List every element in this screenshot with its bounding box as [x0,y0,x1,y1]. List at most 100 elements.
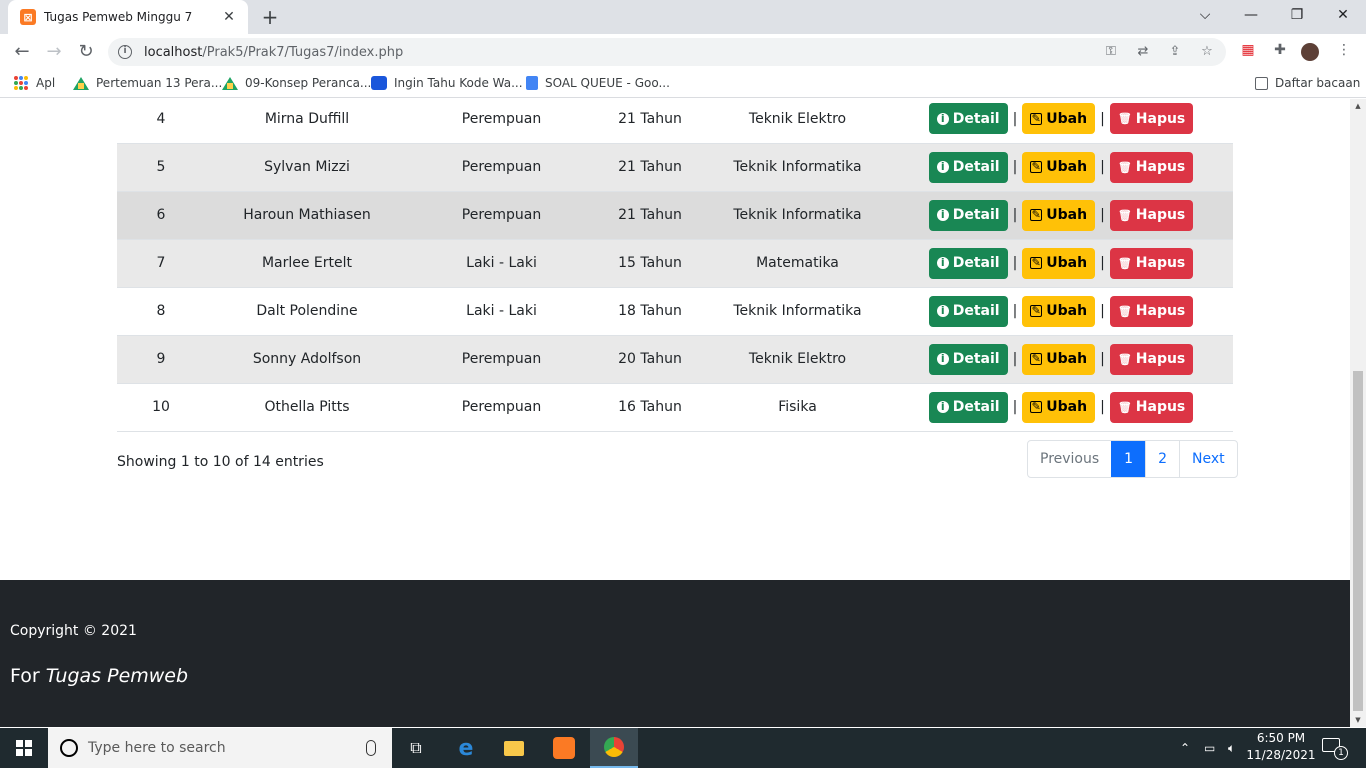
translate-icon[interactable]: ⇄ [1134,44,1152,59]
hapus-button[interactable]: 🗑︎ Hapus [1109,343,1194,375]
restore-button[interactable]: ❐ [1274,4,1320,26]
forward-arrow-icon[interactable]: → [42,40,66,64]
browser-tab-strip: ⊠ Tugas Pemweb Minggu 7 ✕ + ⌵ — ❐ ✕ [0,0,1366,34]
menu-kebab-icon[interactable]: ⋮ [1333,42,1355,58]
hapus-button[interactable]: 🗑︎ Hapus [1109,391,1194,423]
cell-age: 15 Tahun [594,239,706,288]
hapus-button[interactable]: 🗑︎ Hapus [1109,247,1194,279]
close-window-button[interactable]: ✕ [1320,4,1366,26]
cell-no: 6 [117,191,205,240]
notification-count-badge: 1 [1334,746,1348,760]
pagination-page-2[interactable]: 2 [1145,441,1179,477]
bookmark-star-icon[interactable]: ☆ [1198,44,1216,59]
row-actions: i Detail | ✎ Ubah | 🗑︎ Hapus [889,247,1233,279]
bookmark-konsep-peranca[interactable]: 09-Konsep Peranca... [222,76,371,90]
ubah-button[interactable]: ✎ Ubah [1022,247,1096,279]
page-scrollbar[interactable]: ▲ ▼ [1350,99,1366,727]
site-info-icon[interactable]: i [118,45,132,59]
footer-tagline: For Tugas Pemweb [10,665,189,687]
battery-icon[interactable]: ▭ [1204,728,1215,768]
taskbar-clock[interactable]: 6:50 PM 11/28/2021 [1244,730,1318,764]
action-center-button[interactable]: 1 [1322,738,1348,760]
detail-button[interactable]: i Detail [928,391,1008,423]
edge-browser-icon[interactable]: e [442,728,490,768]
page-footer: Copyright © 2021 For Tugas Pemweb [0,580,1350,727]
ubah-button[interactable]: ✎ Ubah [1022,343,1096,375]
scroll-down-icon[interactable]: ▼ [1350,713,1366,727]
start-button[interactable] [0,728,48,768]
bookmark-ingin-tahu[interactable]: Ingin Tahu Kode Wa... [371,76,523,90]
row-actions: i Detail | ✎ Ubah | 🗑︎ Hapus [889,103,1233,135]
scroll-thumb[interactable] [1353,371,1363,711]
volume-icon[interactable]: 🔈︎ [1228,728,1235,768]
address-bar[interactable]: i localhost/Prak5/Prak7/Tugas7/index.php… [108,38,1226,66]
pagination-next[interactable]: Next [1179,441,1237,477]
google-drive-icon [73,76,89,90]
file-explorer-icon[interactable] [490,728,538,768]
chrome-app-icon[interactable] [590,728,638,768]
profile-avatar[interactable] [1301,43,1319,61]
extensions-puzzle-icon[interactable]: ✚ [1269,42,1291,58]
scroll-up-icon[interactable]: ▲ [1350,99,1366,113]
info-circle-icon: i [936,305,949,317]
detail-button[interactable]: i Detail [928,295,1008,327]
pagination-page-1[interactable]: 1 [1111,441,1146,477]
mendeley-extension-icon[interactable]: ▦ [1237,42,1259,58]
hapus-button[interactable]: 🗑︎ Hapus [1109,103,1194,135]
cortana-circle-icon [60,739,78,757]
bookmark-soal-queue[interactable]: SOAL QUEUE - Goo... [526,76,670,90]
ubah-button[interactable]: ✎ Ubah [1022,199,1096,231]
detail-button[interactable]: i Detail [928,151,1008,183]
detail-button[interactable]: i Detail [928,103,1008,135]
apps-grid-icon [14,76,28,90]
bookmark-pertemuan-13[interactable]: Pertemuan 13 Pera... [73,76,222,90]
pagination-previous[interactable]: Previous [1028,441,1111,477]
detail-button[interactable]: i Detail [928,199,1008,231]
pagination: Previous 1 2 Next [1027,440,1238,478]
hapus-button[interactable]: 🗑︎ Hapus [1109,295,1194,327]
hapus-button[interactable]: 🗑︎ Hapus [1109,151,1194,183]
reload-icon[interactable]: ↻ [74,40,98,64]
google-drive-icon [222,76,238,90]
browser-tab[interactable]: ⊠ Tugas Pemweb Minggu 7 ✕ [8,0,248,34]
bookmark-apps[interactable]: Apl [14,76,55,90]
ubah-button[interactable]: ✎ Ubah [1022,391,1096,423]
taskbar-search[interactable]: Type here to search [48,728,392,768]
microphone-icon[interactable] [366,740,376,756]
action-separator: | [1012,110,1018,127]
cell-no: 10 [117,383,205,432]
ubah-button[interactable]: ✎ Ubah [1022,295,1096,327]
tab-search-dropdown-icon[interactable]: ⌵ [1182,4,1228,26]
action-separator: | [1012,303,1018,319]
ubah-button[interactable]: ✎ Ubah [1022,151,1096,183]
detail-button[interactable]: i Detail [928,247,1008,279]
action-separator: | [1012,351,1018,367]
info-circle-icon: i [936,353,949,365]
hapus-button[interactable]: 🗑︎ Hapus [1109,199,1194,231]
cell-major: Teknik Informatika [706,191,889,240]
cell-name: Dalt Polendine [205,287,409,336]
cell-gender: Laki - Laki [409,239,594,288]
google-docs-icon [526,76,538,90]
task-view-icon[interactable]: ⧉ [392,728,440,768]
show-hidden-icons-icon[interactable]: ⌃ [1180,728,1190,768]
edit-icon: ✎ [1030,256,1043,269]
back-arrow-icon[interactable]: ← [10,40,34,64]
share-icon[interactable]: ⇪ [1166,44,1184,59]
cell-gender: Perempuan [409,335,594,384]
action-separator: | [1012,207,1018,223]
reading-list-button[interactable]: Daftar bacaan [1255,76,1360,90]
taskbar-search-placeholder: Type here to search [88,740,226,756]
tab-close-icon[interactable]: ✕ [220,9,238,25]
minimize-button[interactable]: — [1228,4,1274,26]
new-tab-button[interactable]: + [258,5,282,29]
key-icon[interactable]: ⚿ [1102,44,1120,59]
xampp-app-icon[interactable] [540,728,588,768]
cell-no: 8 [117,287,205,336]
ubah-button[interactable]: ✎ Ubah [1022,103,1096,135]
detail-button[interactable]: i Detail [928,343,1008,375]
cell-gender: Perempuan [409,191,594,240]
cell-major: Teknik Informatika [706,143,889,192]
cell-major: Teknik Elektro [706,99,889,144]
edit-icon: ✎ [1030,304,1043,317]
